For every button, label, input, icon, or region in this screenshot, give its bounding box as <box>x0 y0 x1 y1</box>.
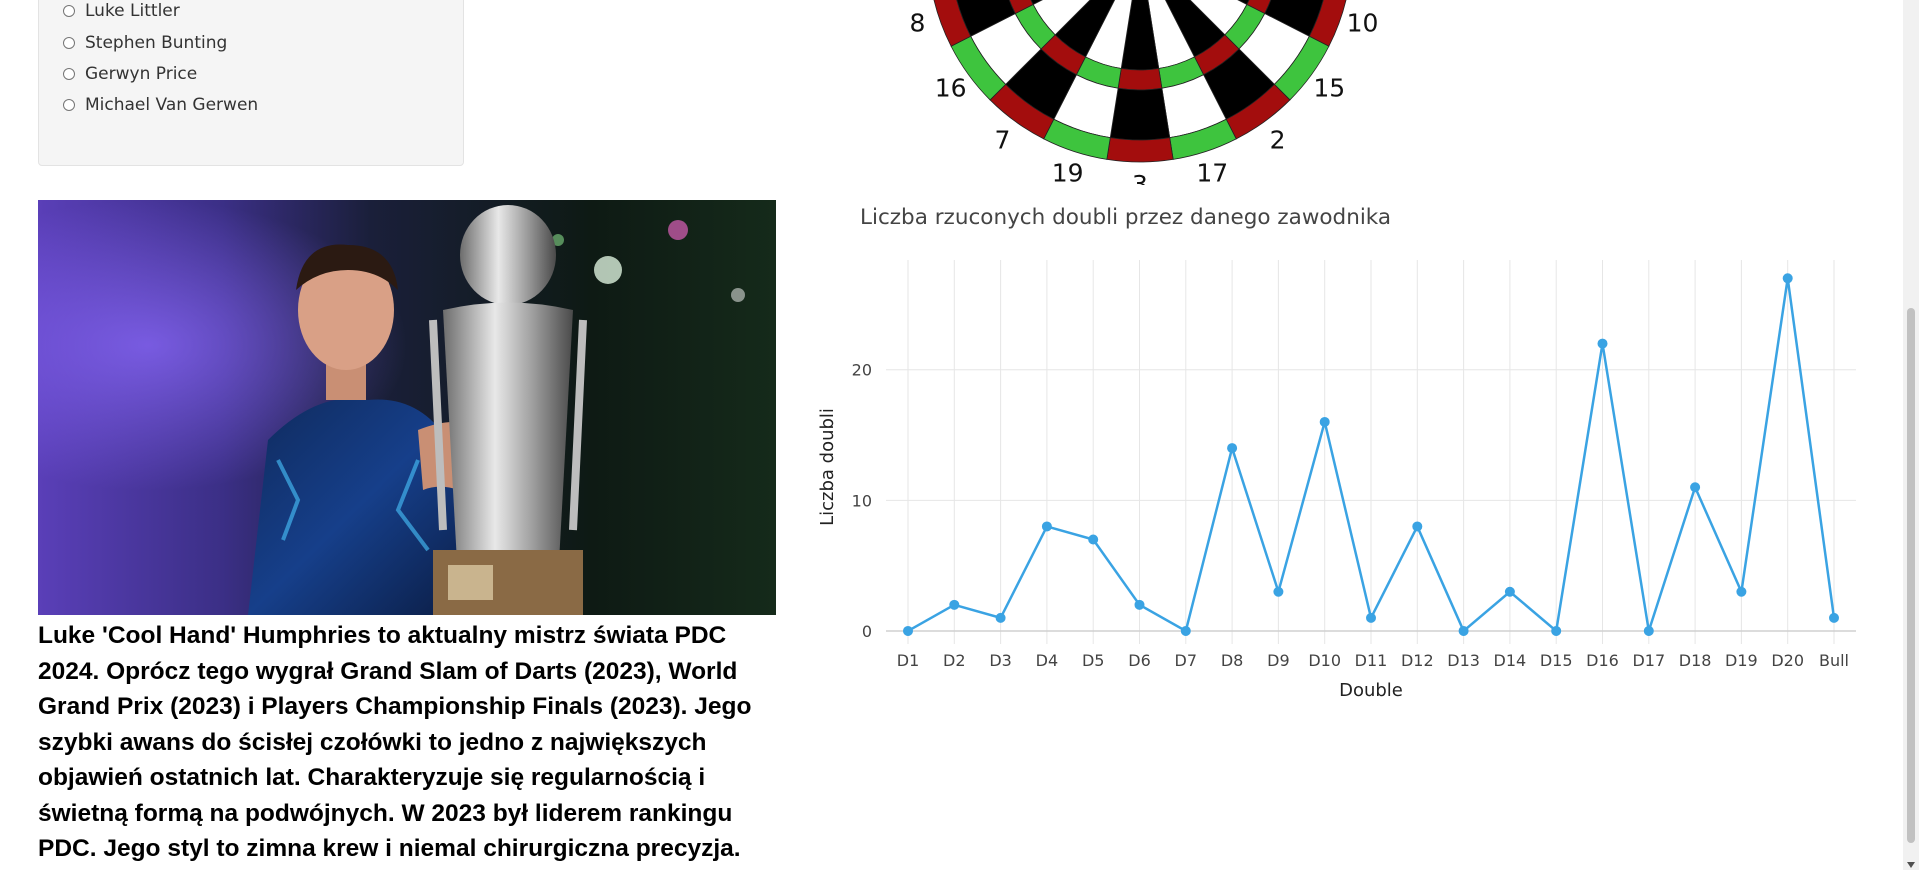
x-tick-label: D18 <box>1679 651 1712 670</box>
data-point[interactable] <box>1736 586 1747 597</box>
x-tick-label: D15 <box>1540 651 1573 670</box>
player-option-stephen-bunting[interactable]: Stephen Bunting <box>63 31 227 55</box>
data-point[interactable] <box>1366 612 1376 623</box>
dartboard-number: 7 <box>995 125 1011 154</box>
scroll-down-arrow-icon[interactable] <box>1907 862 1915 868</box>
x-tick-label: D9 <box>1267 651 1290 670</box>
radio-button[interactable] <box>63 37 75 49</box>
data-point[interactable] <box>1690 482 1701 493</box>
radio-button[interactable] <box>63 5 75 17</box>
data-point[interactable] <box>1551 625 1562 636</box>
player-description: Luke 'Cool Hand' Humphries to aktualny m… <box>38 622 752 862</box>
y-tick-label: 10 <box>852 491 872 510</box>
dartboard-number: 17 <box>1196 159 1228 185</box>
dartboard-number: 8 <box>909 8 925 37</box>
page-scrollbar[interactable] <box>1903 0 1919 870</box>
x-tick-label: D7 <box>1175 651 1198 670</box>
player-option-label: Michael Van Gerwen <box>85 95 259 115</box>
chart-title: Liczba rzuconych doubli przez danego zaw… <box>860 205 1392 230</box>
data-point[interactable] <box>949 599 960 610</box>
data-point[interactable] <box>1458 625 1469 636</box>
x-tick-label: D19 <box>1725 651 1758 670</box>
x-tick-label: D3 <box>989 651 1012 670</box>
dartboard-segments <box>933 0 1347 163</box>
data-point[interactable] <box>1088 534 1099 545</box>
radio-button[interactable] <box>63 99 75 111</box>
player-option-label: Stephen Bunting <box>85 33 228 53</box>
x-axis-label: Double <box>1339 680 1403 701</box>
x-tick-label: D1 <box>897 651 920 670</box>
player-option-label: Gerwyn Price <box>85 64 198 84</box>
data-point[interactable] <box>1643 625 1654 636</box>
dartboard-number: 2 <box>1270 125 1286 154</box>
x-tick-label: D17 <box>1632 651 1665 670</box>
data-point[interactable] <box>1134 599 1145 610</box>
data-point[interactable] <box>995 612 1006 623</box>
x-tick-label: D6 <box>1128 651 1151 670</box>
x-tick-label: D4 <box>1036 651 1059 670</box>
chart-grid <box>886 260 1856 644</box>
x-tick-label: D13 <box>1447 651 1480 670</box>
x-tick-label: D12 <box>1401 651 1434 670</box>
dartboard-number: 10 <box>1347 8 1379 37</box>
dartboard-number: 3 <box>1132 170 1148 185</box>
data-point[interactable] <box>1504 586 1515 597</box>
x-tick-label: D8 <box>1221 651 1244 670</box>
scrollbar-thumb[interactable] <box>1907 308 1915 843</box>
data-point[interactable] <box>1597 338 1608 349</box>
dartboard-segment[interactable] <box>1117 68 1163 91</box>
radio-button[interactable] <box>63 68 75 80</box>
y-tick-label: 20 <box>852 361 872 380</box>
data-point[interactable] <box>1227 443 1238 454</box>
player-photo <box>38 200 776 615</box>
data-point[interactable] <box>903 625 913 636</box>
data-point[interactable] <box>1180 625 1191 636</box>
x-tick-label: D5 <box>1082 651 1105 670</box>
data-point[interactable] <box>1319 416 1330 427</box>
x-tick-label: D10 <box>1308 651 1341 670</box>
dartboard-segment[interactable] <box>1109 87 1171 141</box>
y-tick-label: 0 <box>862 622 872 641</box>
doubles-line-chart: 0 10 20 D1 D2 D3 D4 D5 D6 D7 D8 D9 D10 D11 D12 D13 D14 D1… <box>817 260 1856 701</box>
data-point[interactable] <box>1829 612 1839 623</box>
data-point[interactable] <box>1782 273 1793 284</box>
dartboard-number: 15 <box>1313 74 1345 103</box>
dartboard-number: 19 <box>1052 159 1084 185</box>
dartboard-segment[interactable] <box>1106 137 1174 163</box>
x-tick-label: D11 <box>1355 651 1388 670</box>
player-option-gerwyn-price[interactable]: Gerwyn Price <box>63 62 197 86</box>
player-option-label: Luke Littler <box>85 1 180 21</box>
x-tick-label: D2 <box>943 651 966 670</box>
y-axis-label: Liczba doubli <box>817 408 838 526</box>
data-point[interactable] <box>1273 586 1284 597</box>
player-option-luke-littler[interactable]: Luke Littler <box>63 0 180 23</box>
player-option-michael-van-gerwen[interactable]: Michael Van Gerwen <box>63 93 258 117</box>
data-point[interactable] <box>1041 521 1052 532</box>
data-point[interactable] <box>1412 521 1423 532</box>
x-tick-label: D20 <box>1771 651 1804 670</box>
player-selection-panel: Luke Littler Stephen Bunting Gerwyn Pric… <box>38 0 464 166</box>
dartboard: 10 15 2 17 3 19 7 16 8 <box>909 0 1379 185</box>
x-tick-label: D14 <box>1494 651 1527 670</box>
x-tick-label: D16 <box>1586 651 1619 670</box>
x-tick-label: Bull <box>1819 651 1849 670</box>
dartboard-number: 16 <box>935 74 967 103</box>
